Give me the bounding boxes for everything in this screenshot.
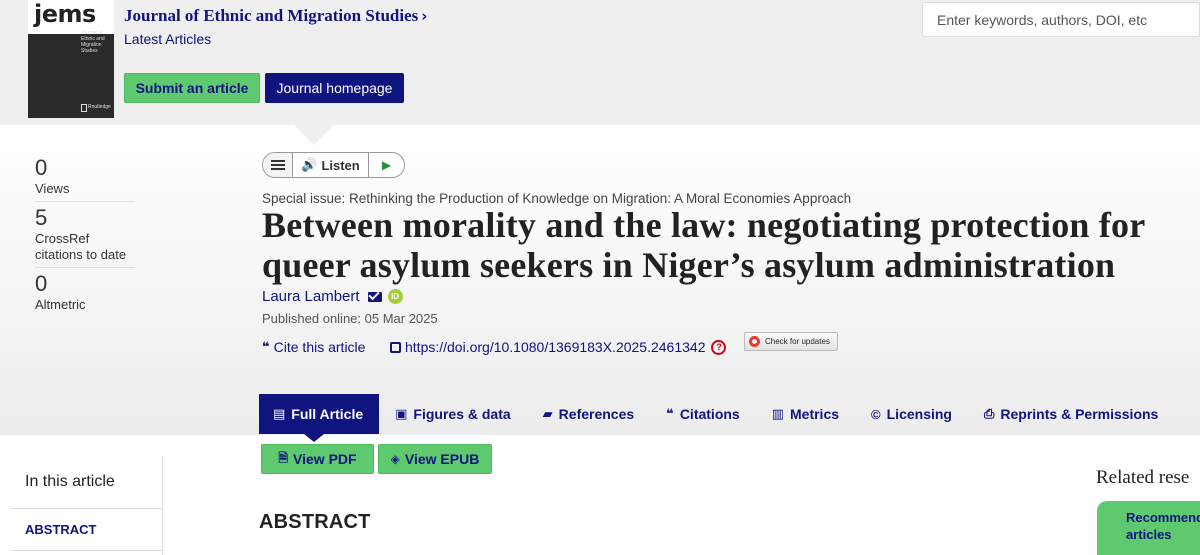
- print-icon: ⎙: [983, 406, 995, 421]
- player-menu-button[interactable]: [263, 153, 293, 177]
- metric-altmetric[interactable]: 0 Altmetric: [35, 271, 135, 317]
- views-count: 0: [35, 155, 48, 180]
- crossref-label: CrossRef citations to date: [35, 231, 127, 262]
- crossmark-icon: [749, 336, 760, 347]
- tab-figures-data[interactable]: ▣ Figures & data: [379, 394, 527, 434]
- tab-citations[interactable]: ❝ Citations: [650, 394, 756, 434]
- document-icon: ▤: [273, 406, 286, 421]
- article-title: Between morality and the law: negotiatin…: [262, 205, 1145, 285]
- tab-label: Figures & data: [413, 406, 511, 422]
- orcid-icon[interactable]: iD: [387, 289, 403, 304]
- epub-icon: ◈: [390, 452, 400, 466]
- speaker-icon: 🔊: [301, 157, 318, 172]
- in-this-article-sidebar: In this article ABSTRACT: [10, 456, 163, 555]
- hamburger-icon: [270, 164, 285, 166]
- quote-icon: ❝: [262, 339, 270, 354]
- sidebar-item-abstract[interactable]: ABSTRACT: [25, 522, 97, 537]
- pdf-file-icon: 🗎: [278, 450, 289, 465]
- doi-row: https://doi.org/10.1080/1369183X.2025.24…: [390, 339, 727, 355]
- bar-chart-icon: ▥: [771, 406, 784, 421]
- author-link[interactable]: Laura Lambert: [262, 288, 360, 305]
- submit-article-button[interactable]: Submit an article: [124, 73, 260, 103]
- doi-link[interactable]: https://doi.org/10.1080/1369183X.2025.24…: [405, 339, 705, 355]
- sidebar-heading: In this article: [25, 473, 115, 490]
- listen-label: Listen: [321, 157, 360, 173]
- sidebar-divider: [10, 508, 162, 509]
- check-updates-label: Check for updates: [765, 337, 830, 346]
- active-tab-pointer: [304, 434, 324, 442]
- book-icon: ▰: [542, 406, 553, 421]
- journal-title-text: Journal of Ethnic and Migration Studies: [124, 6, 419, 25]
- view-epub-button[interactable]: ◈ View EPUB: [378, 444, 492, 474]
- metric-views[interactable]: 0 Views: [35, 155, 135, 202]
- special-issue-label: Special issue: Rethinking the Production…: [262, 191, 852, 206]
- altmetric-count: 0: [35, 271, 48, 296]
- tab-licensing[interactable]: © Licensing: [855, 394, 968, 434]
- views-label: Views: [35, 181, 70, 196]
- header-pointer: [294, 125, 334, 145]
- image-icon: ▣: [395, 406, 408, 421]
- tab-metrics[interactable]: ▥ Metrics: [756, 394, 855, 434]
- tab-label: Reprints & Permissions: [1000, 406, 1159, 422]
- envelope-icon[interactable]: [367, 291, 382, 302]
- article-metrics: 0 Views 5 CrossRef citations to date 0 A…: [35, 155, 135, 320]
- published-date: Published online: 05 Mar 2025: [262, 311, 438, 326]
- journal-header: jems Journal of Ethnic and Migration Stu…: [0, 0, 1200, 125]
- journal-homepage-button[interactable]: Journal homepage: [265, 73, 404, 103]
- cover-logo: jems: [34, 0, 96, 28]
- tab-label: Metrics: [790, 406, 840, 422]
- latest-articles-link[interactable]: Latest Articles: [124, 31, 211, 47]
- external-link-icon: [390, 341, 401, 353]
- tab-full-article[interactable]: ▤ Full Article: [259, 394, 380, 434]
- cite-article-link[interactable]: ❝ Cite this article: [262, 339, 365, 355]
- quote-icon: ❝: [666, 406, 674, 421]
- copyright-icon: ©: [871, 406, 881, 422]
- crossref-count: 5: [35, 205, 48, 230]
- article-tabs: ▤ Full Article ▣ Figures & data ▰ Refere…: [259, 394, 1174, 434]
- tab-label: Licensing: [886, 406, 952, 422]
- altmetric-label: Altmetric: [35, 297, 86, 312]
- cover-subtitle: Journal of Ethnic and Migration Studies: [81, 30, 105, 54]
- journal-cover-image[interactable]: jems Journal of Ethnic and Migration Stu…: [28, 0, 114, 118]
- recommended-articles-tab[interactable]: Recommended articles: [1097, 501, 1200, 555]
- search-box: [922, 2, 1200, 37]
- tab-references[interactable]: ▰ References: [527, 394, 651, 434]
- chevron-right-icon: ›: [421, 7, 428, 25]
- metric-crossref[interactable]: 5 CrossRef citations to date: [35, 205, 135, 268]
- view-pdf-label: View PDF: [293, 451, 357, 467]
- listen-button[interactable]: 🔊 Listen: [293, 153, 369, 177]
- journal-title-link[interactable]: Journal of Ethnic and Migration Studies ›: [124, 6, 427, 26]
- author-row: Laura Lambert iD: [262, 288, 403, 305]
- abstract-heading: ABSTRACT: [259, 511, 371, 533]
- check-for-updates-button[interactable]: Check for updates: [744, 332, 838, 351]
- sidebar-divider: [10, 550, 162, 551]
- routledge-logo-icon: [81, 104, 87, 112]
- tab-label: References: [558, 406, 635, 422]
- related-research-heading: Related rese: [1096, 467, 1190, 488]
- tab-label: Citations: [679, 406, 740, 422]
- cite-label: Cite this article: [273, 339, 366, 355]
- play-icon: ▶: [381, 158, 392, 172]
- tab-label: Full Article: [291, 406, 364, 422]
- search-input[interactable]: [923, 3, 1199, 36]
- view-epub-label: View EPUB: [404, 451, 480, 467]
- view-pdf-button[interactable]: 🗎 View PDF: [261, 444, 374, 474]
- cover-publisher: Routledge: [88, 104, 111, 110]
- help-icon[interactable]: ?: [711, 339, 727, 355]
- listen-player: 🔊 Listen ▶: [262, 152, 405, 178]
- play-button[interactable]: ▶: [369, 158, 404, 172]
- tab-reprints-permissions[interactable]: ⎙ Reprints & Permissions: [968, 394, 1174, 434]
